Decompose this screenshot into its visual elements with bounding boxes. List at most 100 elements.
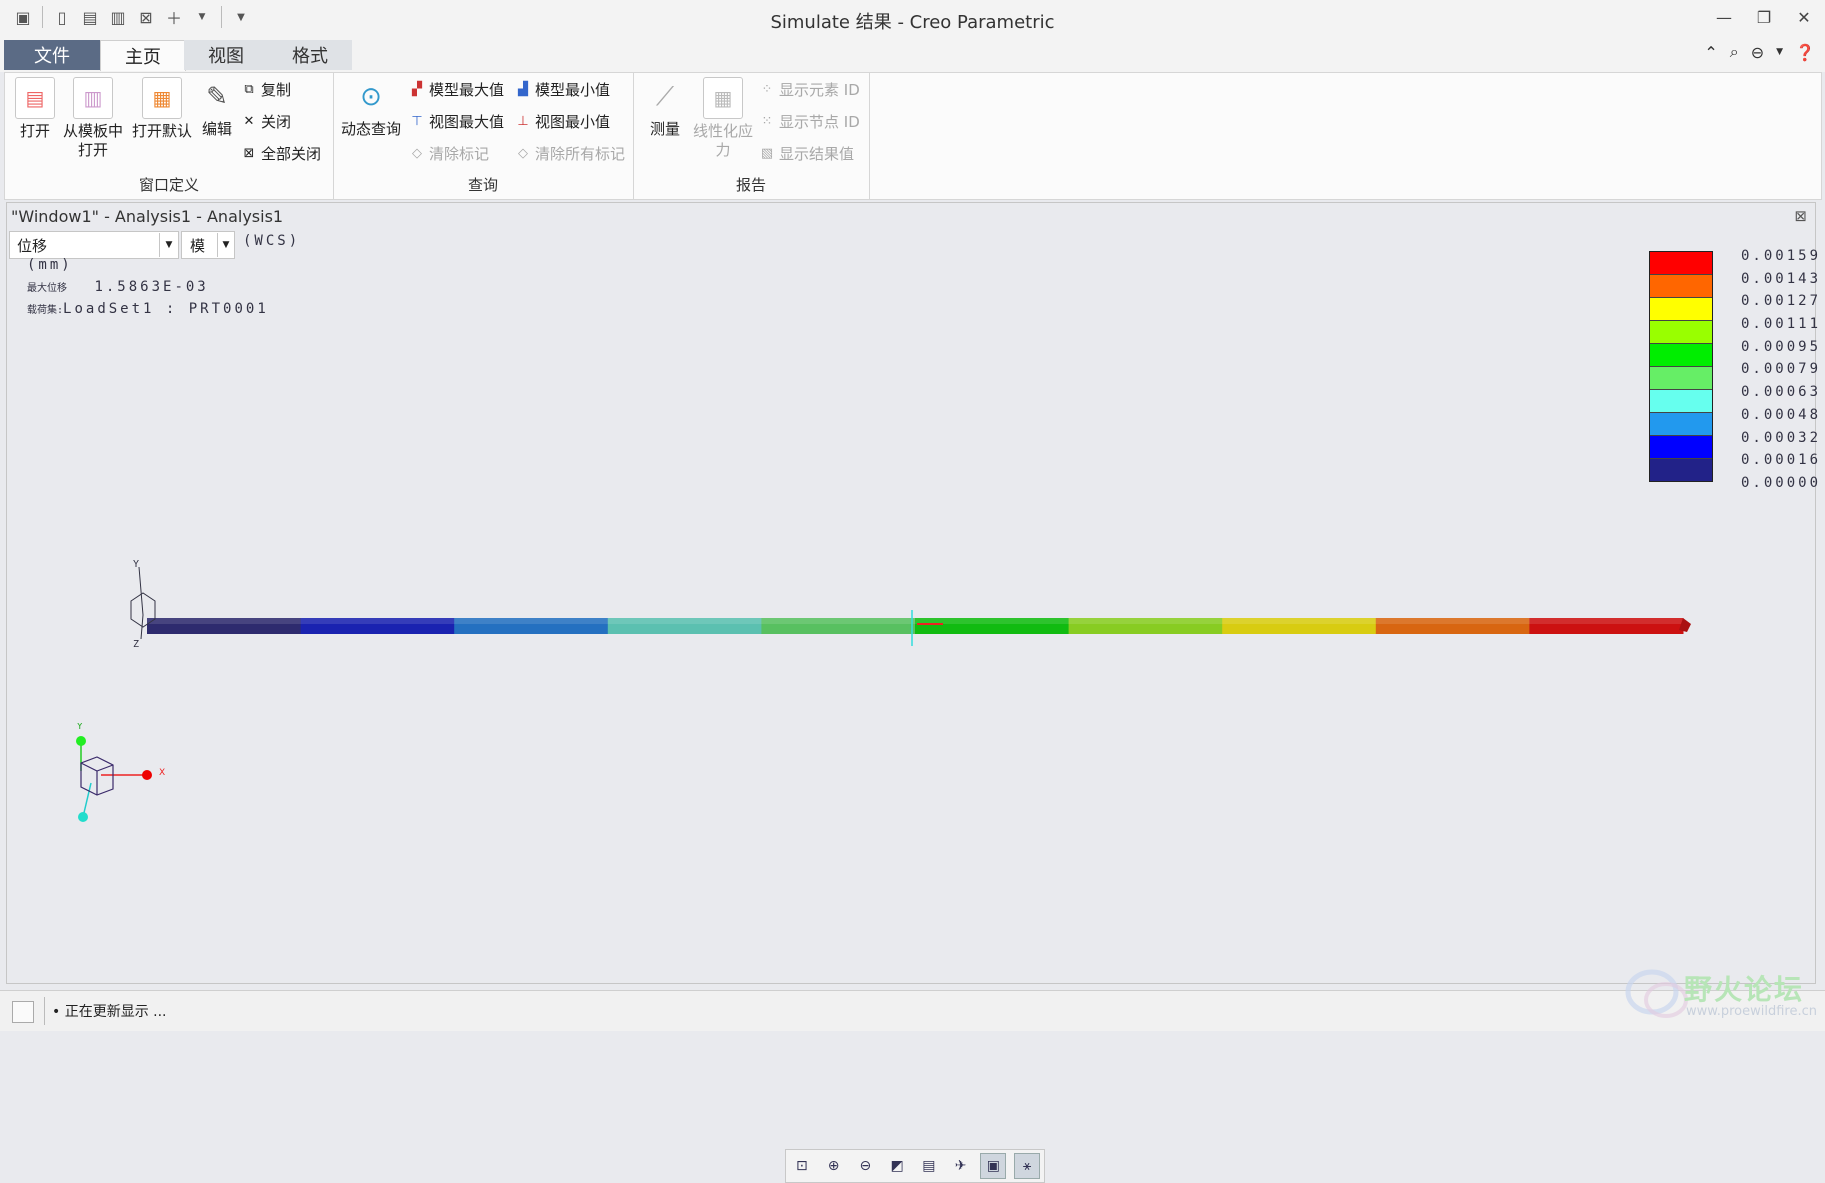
edit-button[interactable]: ✎ 编辑 <box>189 77 245 139</box>
app-icon[interactable]: ▣ <box>12 6 34 28</box>
max-displacement-value: 1.5863E-03 <box>94 279 209 295</box>
show-result-value-button[interactable]: ▧ 显示结果值 <box>759 143 854 164</box>
add-icon[interactable]: ＋ <box>163 6 185 28</box>
tab-file[interactable]: 文件 <box>4 40 100 70</box>
local-csys-icon: Y Z <box>130 559 156 647</box>
table-icon: ▦ <box>703 77 743 119</box>
component-select[interactable]: 模 ▼ <box>181 231 235 259</box>
element-id-icon: ⁘ <box>761 82 773 97</box>
view-min-button[interactable]: ⊥ 视图最小值 <box>515 111 610 132</box>
tab-home[interactable]: 主页 <box>100 40 186 71</box>
show-element-id-label: 显示元素 ID <box>779 81 860 99</box>
status-bar: • 正在更新显示 ... <box>0 990 1825 1031</box>
watermark-text: 野火论坛 <box>1684 973 1805 1006</box>
view-max-icon: ⊤ <box>411 114 423 129</box>
datum-display-icon[interactable]: ⚹ <box>1014 1153 1041 1179</box>
legend-swatch <box>1650 436 1712 459</box>
show-node-id-button[interactable]: ⁙ 显示节点 ID <box>759 111 860 132</box>
open-default-label: 打开默认 <box>131 122 192 140</box>
close-label: 关闭 <box>261 113 292 131</box>
eraser-icon: ◇ <box>412 146 422 161</box>
legend-value: 0.00127 <box>1741 293 1822 310</box>
search-icon[interactable]: ⌕ <box>1730 42 1739 62</box>
model-min-label: 模型最小值 <box>535 81 611 99</box>
customize-icon[interactable]: ▼ <box>230 6 252 28</box>
open-default-icon: ▦ <box>142 77 182 119</box>
maximize-icon[interactable]: ❐ <box>1753 6 1775 28</box>
copy-button[interactable]: ⧉ 复制 <box>241 79 291 100</box>
minimize-icon[interactable]: — <box>1713 6 1735 28</box>
model-max-button[interactable]: ▞ 模型最大值 <box>409 79 504 100</box>
view-max-button[interactable]: ⊤ 视图最大值 <box>409 111 504 132</box>
saved-views-icon[interactable]: ▤ <box>917 1154 941 1178</box>
message-log-toggle[interactable] <box>12 1001 34 1023</box>
new-file-icon[interactable]: ▯ <box>51 6 73 28</box>
quantity-value: 位移 <box>17 236 48 255</box>
view-triad-icon: Y X <box>76 723 165 822</box>
beam-model[interactable] <box>147 596 1707 676</box>
close-all-icon: ⊠ <box>243 146 255 161</box>
linearized-stress-button[interactable]: ▦ 线性化应 力 <box>689 77 757 160</box>
show-element-id-button[interactable]: ⁘ 显示元素 ID <box>759 79 860 100</box>
view-max-label: 视图最大值 <box>429 113 505 131</box>
quantity-select[interactable]: 位移 ▼ <box>9 231 179 259</box>
close-icon[interactable]: ✕ <box>1793 6 1815 28</box>
close-all-button[interactable]: ⊠ 全部关闭 <box>241 143 321 164</box>
refit-icon[interactable]: ⊡ <box>790 1154 814 1178</box>
dynamic-query-icon: ⊙ <box>360 81 382 112</box>
legend-swatch <box>1650 275 1712 298</box>
linearized-stress-label-2: 力 <box>715 141 731 159</box>
beam-segment-highlight <box>607 618 762 624</box>
open-template-label-2: 打开 <box>77 141 108 159</box>
legend-value: 0.00063 <box>1741 384 1822 401</box>
loadset-row: 载荷集:LoadSet1 : PRT0001 <box>27 301 269 317</box>
tab-view[interactable]: 视图 <box>184 40 268 70</box>
result-value-icon: ▧ <box>760 146 774 161</box>
open-icon: ▤ <box>15 77 55 119</box>
community-icon[interactable]: ⊖ <box>1751 43 1764 62</box>
legend-value: 0.00048 <box>1741 406 1822 423</box>
repaint-icon[interactable]: ◩ <box>885 1154 909 1178</box>
group-query: ⊙ 动态查询 ▞ 模型最大值 ▟ 模型最小值 ⊤ 视图最大值 ⊥ 视图最小值 ◇… <box>333 73 634 199</box>
ribbon: ▤ 打开 ▥ 从模板中 打开 ▦ 打开默认 ✎ 编辑 ⧉ 复制 ✕ 关闭 ⊠ 全… <box>4 72 1822 200</box>
watermark-url: www.proewildfire.cn <box>1686 1004 1817 1019</box>
close-all-label: 全部关闭 <box>261 145 322 163</box>
help-icon[interactable]: ❓ <box>1795 43 1815 62</box>
coordinate-system-label: (WCS) <box>243 233 301 249</box>
quick-access-toolbar: ▣ ▯ ▤ ▥ ⊠ ＋ ▼ ▼ <box>12 6 252 28</box>
color-legend <box>1649 251 1713 482</box>
dropdown-icon[interactable]: ▼ <box>191 6 213 28</box>
legend-swatch <box>1650 321 1712 344</box>
chevron-down-icon[interactable]: ▼ <box>1776 47 1783 57</box>
collapse-ribbon-icon[interactable]: ⌃ <box>1704 43 1717 62</box>
zoom-out-icon[interactable]: ⊖ <box>853 1154 877 1178</box>
clear-marks-button[interactable]: ◇ 清除标记 <box>409 143 489 164</box>
zoom-in-icon[interactable]: ⊕ <box>822 1154 846 1178</box>
result-window[interactable]: "Window1" - Analysis1 - Analysis1 ⊠ 位移 ▼… <box>6 202 1818 1183</box>
save-icon[interactable]: ▤ <box>79 6 101 28</box>
legend-value: 0.00032 <box>1741 429 1822 446</box>
tab-format[interactable]: 格式 <box>268 40 352 70</box>
dynamic-query-button[interactable]: ⊙ 动态查询 <box>337 77 405 139</box>
chevron-down-icon[interactable]: ▼ <box>217 233 234 257</box>
legend-swatch <box>1650 390 1712 413</box>
measure-button[interactable]: ⟋ 测量 <box>635 77 695 139</box>
spin-center-icon[interactable]: ✈ <box>949 1154 973 1178</box>
close-window-icon[interactable]: ⊠ <box>135 6 157 28</box>
copy-label: 复制 <box>261 81 292 99</box>
edit-label: 编辑 <box>201 120 232 138</box>
clear-all-marks-button[interactable]: ◇ 清除所有标记 <box>515 143 625 164</box>
close-x-icon: ✕ <box>243 114 255 129</box>
svg-text:Y: Y <box>133 559 139 570</box>
open-button[interactable]: ▤ 打开 <box>7 77 63 141</box>
save-copy-icon[interactable]: ▥ <box>107 6 129 28</box>
close-button[interactable]: ✕ 关闭 <box>241 111 291 132</box>
open-default-button[interactable]: ▦ 打开默认 <box>127 77 197 141</box>
legend-value: 0.00000 <box>1741 474 1822 491</box>
legend-swatch <box>1650 367 1712 390</box>
chevron-down-icon[interactable]: ▼ <box>159 233 178 257</box>
window-close-icon[interactable]: ⊠ <box>1794 207 1807 225</box>
model-min-button[interactable]: ▟ 模型最小值 <box>515 79 610 100</box>
display-style-icon[interactable]: ▣ <box>980 1153 1007 1179</box>
open-from-template-button[interactable]: ▥ 从模板中 打开 <box>57 77 129 160</box>
